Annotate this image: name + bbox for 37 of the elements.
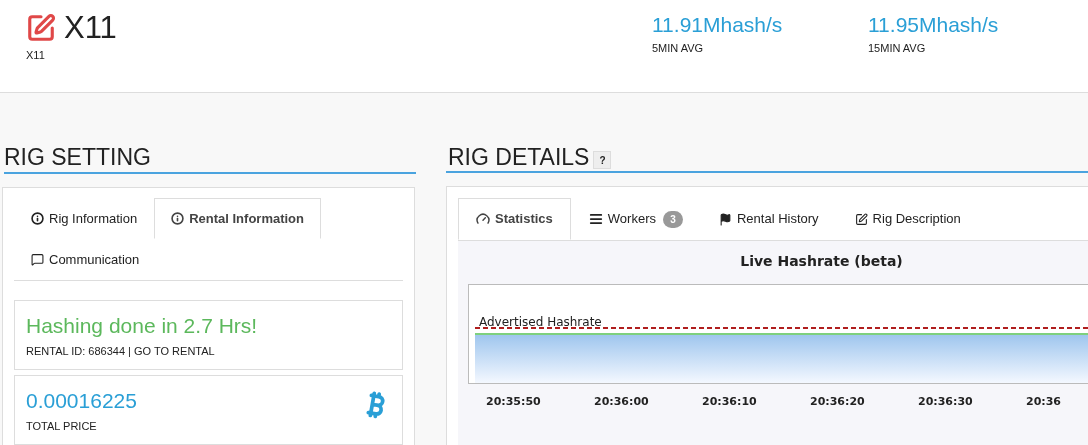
tab[interactable]: Rig Description — [836, 198, 979, 240]
info-icon — [171, 212, 185, 225]
flag-icon — [718, 212, 732, 226]
section-heading: RIG SETTING — [4, 144, 151, 170]
stat-label: 15MIN AVG — [868, 41, 927, 56]
line-label: Advertised Hashrate — [479, 314, 602, 331]
chat-icon — [31, 253, 44, 266]
page-title: X11 — [64, 10, 117, 46]
tab[interactable]: Rental History — [700, 198, 837, 240]
stat-label: 5MIN AVG — [652, 41, 705, 56]
rental-id: RENTAL ID: 686344 | GO TO RENTAL — [26, 344, 216, 359]
tab[interactable]: Rental Information — [154, 198, 321, 239]
chart-title: Live Hashrate (beta) — [739, 252, 904, 271]
axis-label: 20:35:50 — [486, 394, 542, 410]
edit-icon — [26, 13, 56, 43]
gauge-icon — [476, 212, 490, 226]
axis-label: 20:36:10 — [702, 394, 758, 410]
help-button[interactable]: ? — [593, 151, 612, 169]
axis-label: 20:36 — [1026, 394, 1062, 410]
stat-value: 11.95Mhash/s — [868, 12, 1000, 38]
tab[interactable]: Statistics — [458, 198, 571, 240]
page-subtitle: X11 — [26, 48, 46, 63]
info-icon — [31, 212, 44, 225]
tab[interactable]: Communication — [14, 239, 157, 280]
total-price-label: TOTAL PRICE — [26, 419, 98, 434]
list-icon — [588, 212, 603, 226]
axis-label: 20:36:20 — [810, 394, 866, 410]
section-heading: RIG DETAILS — [448, 143, 590, 171]
total-price-value: 0.00016225 — [26, 388, 137, 414]
count-badge: 3 — [662, 210, 683, 228]
stat-value: 11.91Mhash/s — [652, 12, 784, 38]
edit-icon — [854, 212, 868, 226]
axis-label: 20:36:30 — [918, 394, 974, 410]
axis-label: 20:36:00 — [594, 394, 650, 410]
status-message: Hashing done in 2.7 Hrs! — [26, 313, 259, 339]
tab[interactable]: Workers 3 — [570, 198, 701, 240]
tab[interactable]: Rig Information — [14, 198, 155, 239]
